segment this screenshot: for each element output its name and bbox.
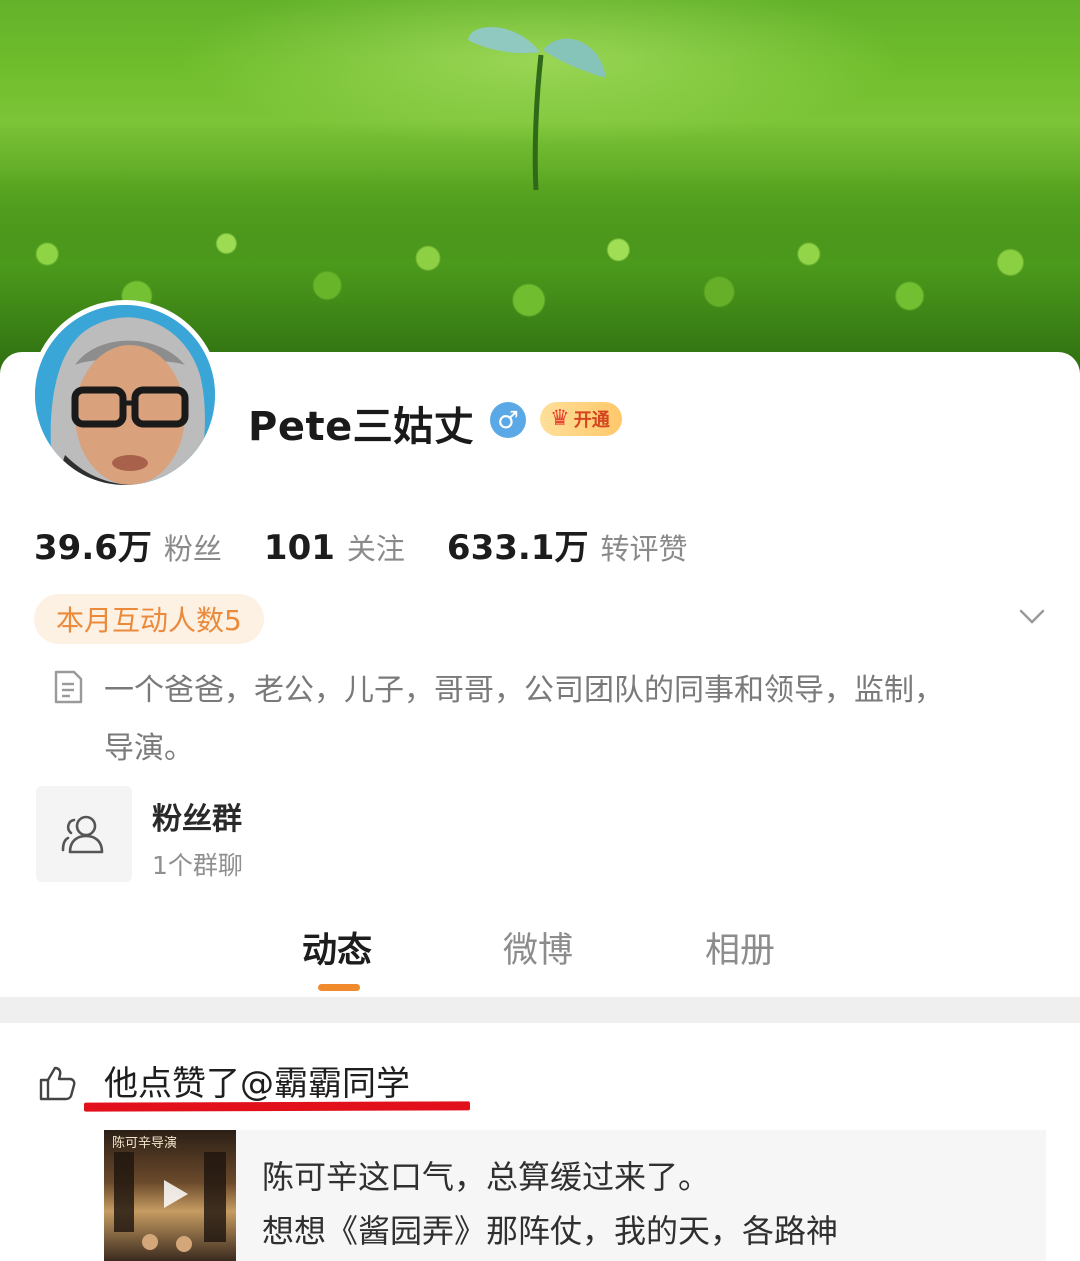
group-icon — [61, 815, 104, 854]
fan-group-button[interactable] — [36, 786, 132, 882]
tab-activity[interactable]: 动态 — [302, 922, 372, 973]
stat-followers[interactable]: 39.6万 粉丝 — [34, 520, 222, 569]
stat-reposts-comments-likes[interactable]: 633.1万 转评赞 — [447, 520, 688, 569]
chevron-down-icon[interactable] — [1018, 602, 1046, 630]
liked-user-text[interactable]: 他点赞了@霸霸同学 — [104, 1056, 410, 1105]
username: Pete三姑丈 — [248, 404, 475, 450]
vip-label: 开通 — [573, 410, 610, 431]
stat-label: 转评赞 — [600, 532, 688, 566]
stat-value: 101 — [263, 528, 335, 568]
fan-group-title[interactable]: 粉丝群 — [152, 794, 242, 838]
play-icon[interactable] — [156, 1176, 192, 1212]
monthly-interaction-badge[interactable]: 本月互动人数5 — [34, 594, 264, 644]
vip-open-button[interactable]: ♛ 开通 — [540, 402, 622, 436]
stat-label: 关注 — [346, 532, 405, 566]
thumbs-up-icon — [39, 1066, 76, 1101]
active-tab-indicator — [318, 984, 360, 991]
post-text-line: 想想《酱园弄》那阵仗，我的天，各路神 — [262, 1212, 839, 1250]
profile-stats: 39.6万 粉丝 101 关注 633.1万 转评赞 — [34, 520, 729, 569]
document-icon — [54, 670, 83, 704]
tab-weibo[interactable]: 微博 — [503, 922, 573, 973]
stat-following[interactable]: 101 关注 — [264, 526, 405, 568]
stat-value: 633.1万 — [446, 528, 589, 568]
section-divider — [0, 997, 1080, 1023]
profile-bio: 一个爸爸，老公，儿子，哥哥，公司团队的同事和领导，监制， 导演。 — [104, 662, 1024, 778]
avatar-portrait — [35, 305, 215, 485]
fan-group-subtitle: 1个群聊 — [152, 851, 243, 880]
annotation-underline — [83, 1101, 471, 1112]
stat-label: 粉丝 — [163, 532, 222, 566]
avatar[interactable] — [30, 300, 220, 490]
bio-line: 导演。 — [104, 731, 194, 766]
gender-male-icon: ♂ — [490, 402, 526, 438]
tab-album[interactable]: 相册 — [705, 922, 775, 973]
stat-value: 39.6万 — [34, 528, 152, 568]
bio-line: 一个爸爸，老公，儿子，哥哥，公司团队的同事和领导，监制， — [104, 673, 944, 708]
vip-crown-icon: ♛ — [550, 406, 570, 431]
post-text-line: 陈可辛这口气，总算缓过来了。 — [262, 1158, 711, 1196]
